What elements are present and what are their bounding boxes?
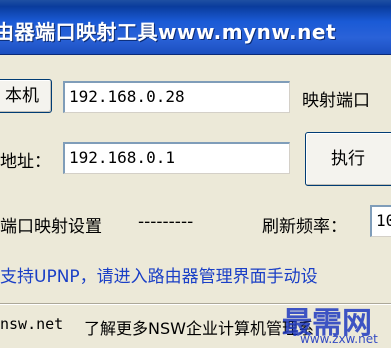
port-label: 映射端口	[302, 91, 370, 111]
local-ip-button[interactable]: 本机	[0, 79, 52, 113]
separator-dashes: ---------	[138, 212, 194, 232]
execute-button[interactable]: 执行	[305, 132, 391, 186]
local-ip-field[interactable]: 192.168.0.28	[63, 81, 290, 113]
execute-button-label: 执行	[331, 149, 365, 169]
gateway-ip-field[interactable]: 192.168.0.1	[63, 142, 290, 174]
watermark-url: www.zxw.net	[300, 332, 378, 346]
gateway-label: 地址：	[0, 152, 51, 172]
footer-site[interactable]: nsw.net	[0, 315, 63, 333]
upnp-notice: 支持UPNP，请进入路由器管理界面手动设	[0, 267, 318, 287]
title-bar: 由器端口映射工具www.mynw.net	[0, 0, 391, 55]
refresh-rate-input[interactable]: 10	[370, 205, 391, 237]
local-ip-button-label: 本机	[5, 86, 39, 106]
port-mapping-settings-label: 端口映射设置	[0, 217, 102, 237]
refresh-rate-label: 刷新频率：	[262, 217, 347, 237]
footer-info-link[interactable]: 了解更多NSW企业计算机管理系	[84, 315, 314, 339]
window-title: 由器端口映射工具www.mynw.net	[0, 20, 337, 44]
